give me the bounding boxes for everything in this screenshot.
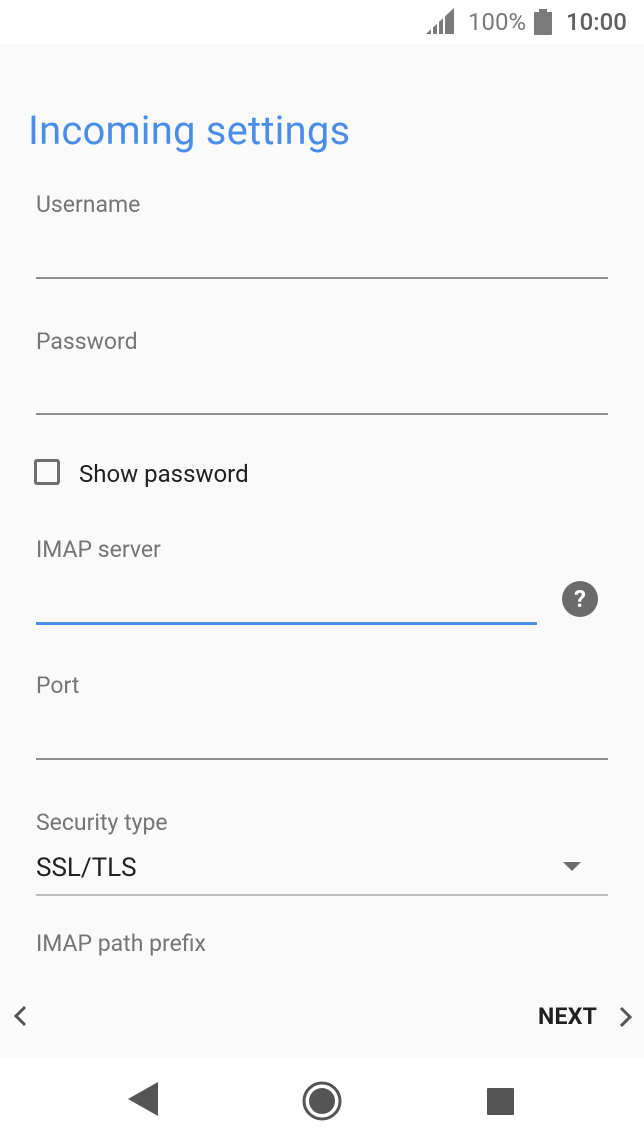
username-underline	[36, 277, 608, 279]
imap-path-prefix-label: IMAP path prefix	[36, 930, 206, 957]
security-type-value: SSL/TLS	[36, 853, 137, 883]
port-underline	[36, 758, 608, 760]
next-label: NEXT	[538, 1003, 598, 1030]
port-label: Port	[36, 672, 80, 699]
port-input[interactable]	[36, 714, 608, 758]
battery-icon	[534, 9, 552, 35]
system-nav-bar	[0, 1058, 644, 1144]
show-password-label[interactable]: Show password	[79, 459, 249, 489]
security-type-underline	[36, 894, 608, 896]
recent-apps-icon[interactable]	[487, 1088, 514, 1115]
password-label: Password	[36, 328, 138, 355]
clock: 10:00	[566, 8, 627, 36]
next-button[interactable]: NEXT	[536, 1000, 636, 1034]
chevron-down-icon	[563, 862, 581, 871]
security-type-label: Security type	[36, 809, 168, 836]
help-icon[interactable]: ?	[562, 581, 598, 617]
signal-icon	[426, 8, 454, 34]
password-input[interactable]	[36, 370, 608, 414]
imap-server-underline	[36, 622, 537, 625]
show-password-checkbox[interactable]	[34, 459, 60, 485]
password-underline	[36, 413, 608, 415]
imap-server-label: IMAP server	[36, 536, 161, 563]
username-label: Username	[36, 191, 141, 218]
back-icon[interactable]	[126, 1081, 160, 1117]
home-icon[interactable]	[302, 1081, 342, 1121]
battery-percent: 100%	[468, 8, 527, 36]
chevron-left-icon[interactable]	[10, 1002, 32, 1030]
username-input[interactable]	[36, 234, 608, 278]
status-bar: 100% 10:00	[0, 0, 644, 44]
imap-server-input[interactable]	[36, 579, 537, 623]
chevron-right-icon	[619, 1006, 633, 1028]
page-title: Incoming settings	[28, 107, 351, 154]
